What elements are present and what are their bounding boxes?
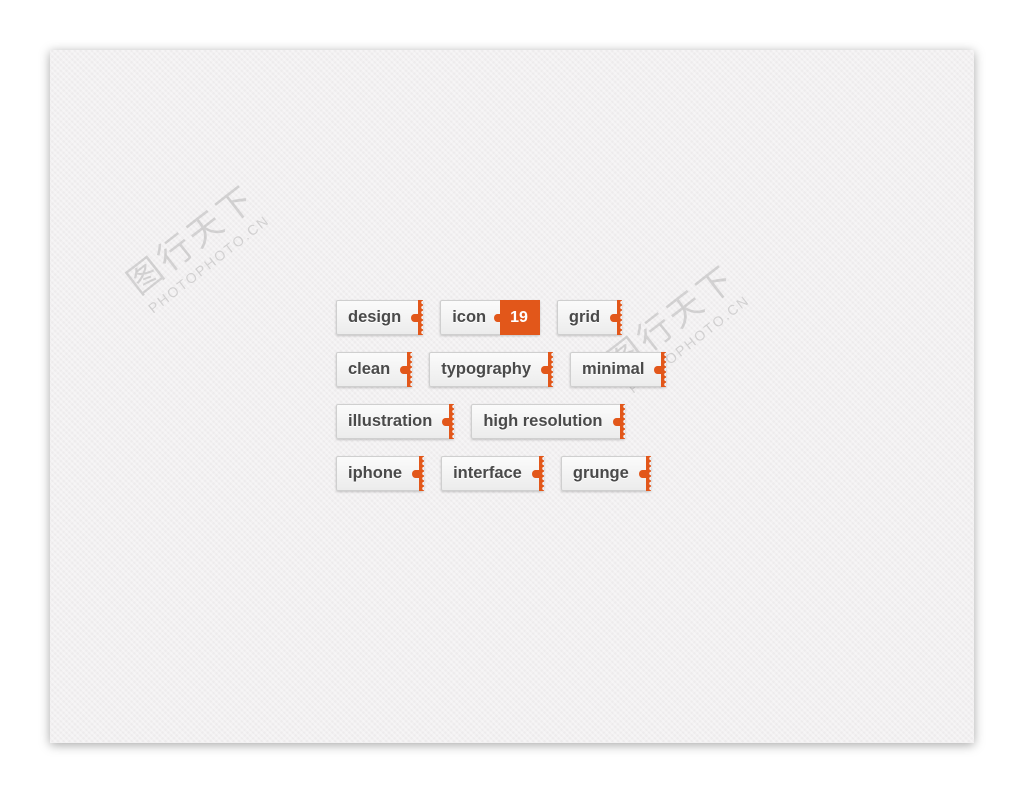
tag-typography[interactable]: typography: [429, 352, 554, 387]
tag-row: clean typography minimal: [336, 352, 667, 387]
tag-minimal[interactable]: minimal: [570, 352, 667, 387]
tag-label: clean: [348, 360, 391, 378]
tag-stitch-strip: [645, 456, 651, 491]
tag-label: grunge: [572, 464, 629, 482]
tag-label: iphone: [348, 464, 403, 482]
tag-illustration[interactable]: illustration: [336, 404, 455, 439]
tag-notch-icon: [610, 313, 618, 322]
tag-design[interactable]: design: [336, 300, 424, 335]
tag-grunge[interactable]: grunge: [560, 456, 651, 491]
tag-label: icon: [452, 308, 487, 326]
tag-label: design: [348, 308, 402, 326]
tag-high-resolution[interactable]: high resolution: [471, 404, 625, 439]
tag-notch-icon: [541, 365, 549, 374]
tag-label: interface: [453, 464, 522, 482]
tag-stitch-strip: [419, 456, 425, 491]
tag-stitch-strip: [449, 404, 455, 439]
tag-notch-icon: [638, 469, 646, 478]
tag-cloud: design icon 19 grid clean typography minimal il…: [336, 300, 667, 508]
tag-notch-icon: [411, 313, 419, 322]
tag-iphone[interactable]: iphone: [336, 456, 425, 491]
tag-notch-icon: [612, 417, 620, 426]
tag-stitch-strip: [418, 300, 424, 335]
tag-stitch-strip: [661, 352, 667, 387]
tag-notch-icon: [654, 365, 662, 374]
tag-label: grid: [568, 308, 601, 326]
tag-grid[interactable]: grid: [556, 300, 623, 335]
tag-clean[interactable]: clean: [336, 352, 413, 387]
tag-interface[interactable]: interface: [441, 456, 544, 491]
tag-stitch-strip: [538, 456, 544, 491]
tag-stitch-strip: [548, 352, 554, 387]
tag-count-badge: 19: [494, 300, 540, 335]
tag-notch-icon: [400, 365, 408, 374]
tag-notch-icon: [531, 469, 539, 478]
tag-stitch-strip: [617, 300, 623, 335]
tag-icon[interactable]: icon 19: [440, 300, 540, 335]
tag-row: illustration high resolution: [336, 404, 666, 439]
tag-label: high resolution: [483, 412, 603, 430]
tag-row: iphone interface grunge: [336, 456, 666, 491]
tag-row: design icon 19 grid: [336, 300, 666, 335]
tag-stitch-strip: [407, 352, 413, 387]
tag-label: typography: [441, 360, 532, 378]
tag-label: minimal: [582, 360, 645, 378]
tag-stitch-strip: [619, 404, 625, 439]
tag-notch-icon: [412, 469, 420, 478]
tag-label: illustration: [348, 412, 433, 430]
tag-notch-icon: [442, 417, 450, 426]
